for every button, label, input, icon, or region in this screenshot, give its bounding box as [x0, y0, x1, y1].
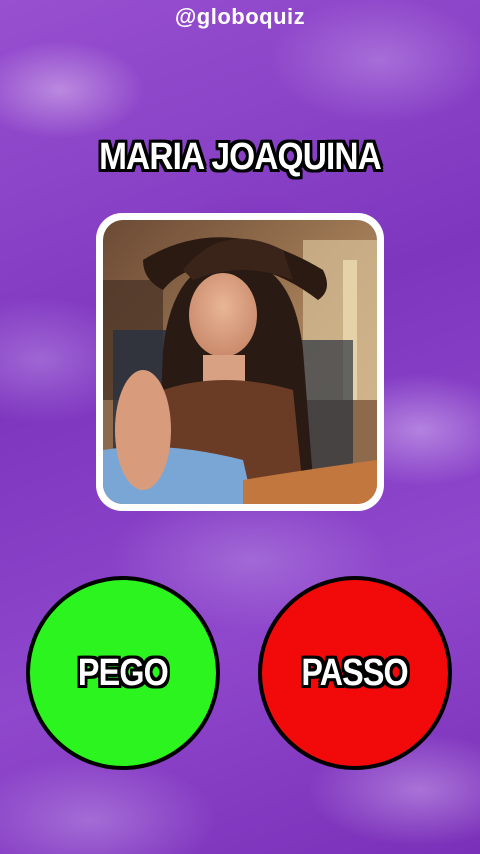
passo-button[interactable]: PASSO: [258, 576, 452, 770]
account-handle: @globoquiz: [174, 4, 306, 29]
pego-button[interactable]: PEGO: [26, 576, 220, 770]
passo-button-label: PASSO: [301, 651, 409, 694]
character-photo: [103, 220, 377, 504]
pego-button-label: PEGO: [78, 651, 169, 694]
photo-card: [96, 213, 384, 511]
character-name-title: MARIA JOAQUINA: [99, 136, 382, 178]
